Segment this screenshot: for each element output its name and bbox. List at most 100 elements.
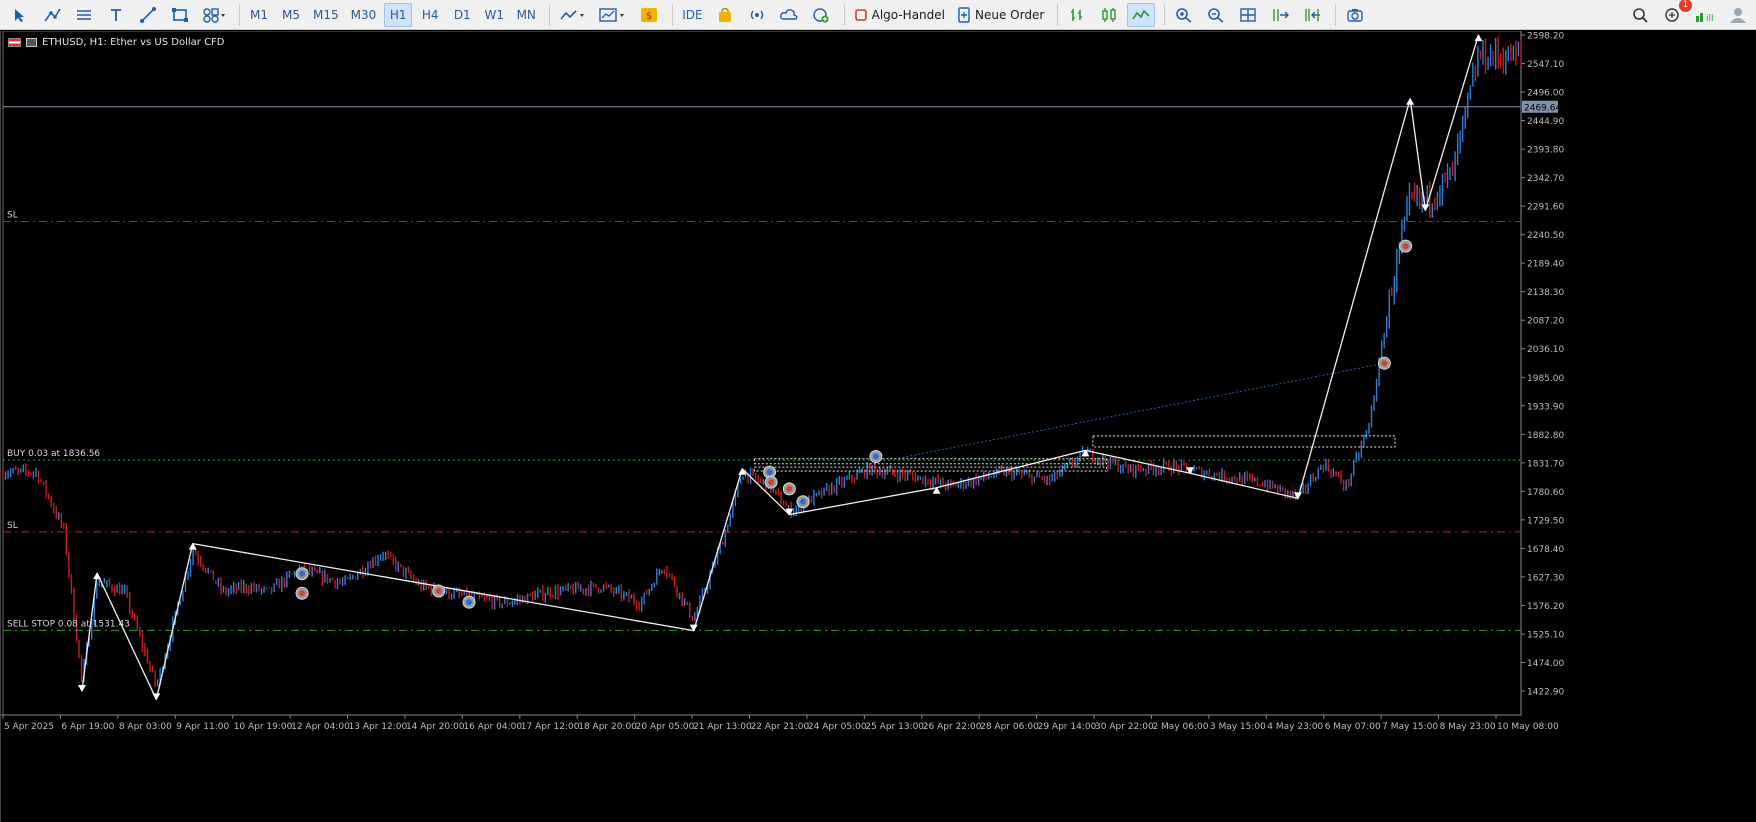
ide-button[interactable]: IDE: [678, 3, 706, 27]
timeframe-d1-button[interactable]: D1: [448, 3, 476, 27]
zigzag-arrow: [1406, 97, 1415, 105]
price-tick-label: 1525.10: [1527, 630, 1564, 640]
price-tick-label: 2496.00: [1527, 89, 1564, 99]
signals-broadcast-icon[interactable]: [743, 3, 771, 27]
buy-deal-marker-dot: [1402, 243, 1409, 250]
zigzag-segment: [1189, 472, 1299, 500]
buy-deal-marker-dot: [1381, 360, 1388, 367]
vps-cloud-icon[interactable]: [775, 3, 803, 27]
candles-group: [2, 36, 1522, 688]
time-tick-label: 8 May 23:00: [1440, 722, 1496, 732]
price-tick-label: 2240.50: [1527, 231, 1564, 241]
price-tick-label: 1882.80: [1527, 431, 1564, 441]
account-status-icon[interactable]: ill: [1690, 3, 1720, 27]
notifications-button[interactable]: 1: [1658, 0, 1692, 27]
time-tick-label: 6 Apr 19:00: [61, 722, 114, 732]
timeframe-m1-button[interactable]: M1: [245, 3, 273, 27]
shapes-menu-icon[interactable]: [198, 3, 230, 27]
toolbar-separator: [1057, 3, 1059, 26]
chart-shift-icon[interactable]: [1266, 3, 1294, 27]
time-tick-label: 20 Apr 05:00: [636, 722, 695, 732]
time-tick-label: 12 Apr 04:00: [291, 722, 350, 732]
tile-windows-icon[interactable]: [1234, 3, 1262, 27]
time-tick-label: 8 Apr 03:00: [119, 722, 172, 732]
zoom-in-icon[interactable]: [1170, 3, 1198, 27]
timeframe-m15-button[interactable]: M15: [309, 3, 343, 27]
bar-chart-icon[interactable]: [1063, 3, 1091, 27]
toolbar-right-group: 1 ill: [1626, 0, 1756, 27]
time-tick-label: 29 Apr 14:00: [1038, 722, 1097, 732]
new-order-button[interactable]: Neue Order: [953, 3, 1048, 27]
zigzag-segment: [81, 573, 98, 692]
sell-deal-marker-dot: [466, 599, 473, 606]
price-tick-label: 2189.40: [1527, 260, 1564, 270]
zigzag-arrow: [93, 572, 102, 580]
timeframe-m5-button[interactable]: M5: [277, 3, 305, 27]
timeframe-h4-button[interactable]: H4: [416, 3, 444, 27]
svg-text:$: $: [646, 11, 652, 22]
time-tick-label: 24 Apr 05:00: [808, 722, 867, 732]
market-bag-icon[interactable]: [711, 3, 739, 27]
ray-tool-icon[interactable]: [134, 3, 162, 27]
zigzag-segment: [693, 468, 743, 631]
time-tick-label: 16 Apr 04:00: [463, 722, 522, 732]
toolbar-separator: [672, 3, 674, 26]
timeframe-m30-button[interactable]: M30: [347, 3, 381, 27]
price-tick-label: 1627.30: [1527, 573, 1564, 583]
main-toolbar: M1 M5 M15 M30 H1 H4 D1 W1 MN $ IDE Algo-…: [0, 0, 1756, 30]
time-tick-label: 17 Apr 12:00: [521, 722, 580, 732]
horizontal-lines-icon[interactable]: [70, 3, 98, 27]
range-rectangle[interactable]: [753, 458, 1108, 465]
toolbar-separator: [1164, 3, 1166, 26]
buy-deal-marker-dot: [786, 485, 793, 492]
indicators-menu-icon[interactable]: [555, 3, 591, 27]
time-tick-label: 26 Apr 22:00: [923, 722, 982, 732]
zoom-out-icon[interactable]: [1202, 3, 1230, 27]
time-tick-label: 6 May 07:00: [1325, 722, 1381, 732]
rectangle-tool-icon[interactable]: [166, 3, 194, 27]
price-tick-label: 2036.10: [1527, 345, 1564, 355]
price-tick-label: 2291.60: [1527, 203, 1564, 213]
account-avatar-icon[interactable]: [1724, 3, 1752, 27]
time-tick-label: 2 May 06:00: [1152, 722, 1208, 732]
dotted-trendline[interactable]: [898, 362, 1385, 459]
range-rectangle[interactable]: [1092, 435, 1396, 448]
timeframe-h1-button[interactable]: H1: [384, 2, 413, 27]
trendline-tool-icon[interactable]: [38, 3, 66, 27]
line-chart-icon[interactable]: [1127, 2, 1156, 27]
cursor-icon[interactable]: [6, 3, 34, 27]
zigzag-segment: [936, 449, 1086, 489]
symbol-flag-icon: [8, 38, 21, 47]
economic-calendar-icon[interactable]: [807, 3, 835, 27]
screenshot-camera-icon[interactable]: [1341, 3, 1369, 27]
price-tick-label: 2087.20: [1527, 317, 1564, 327]
search-icon[interactable]: [1626, 3, 1654, 27]
time-tick-label: 3 May 15:00: [1210, 722, 1266, 732]
time-tick-label: 18 Apr 20:00: [578, 722, 637, 732]
market-signals-icon[interactable]: $: [635, 3, 663, 27]
templates-menu-icon[interactable]: [595, 3, 631, 27]
toolbar-separator: [1335, 3, 1337, 26]
one-click-trading-icon[interactable]: [26, 38, 37, 47]
timeframe-w1-button[interactable]: W1: [480, 3, 508, 27]
buy-deal-marker-dot: [768, 479, 775, 486]
algo-trading-button[interactable]: Algo-Handel: [850, 3, 949, 27]
new-order-label: Neue Order: [975, 7, 1045, 22]
chart-window[interactable]: 2598.20 2547.10 2496.00 2444.90 2393.80 2342.…: [0, 31, 1756, 822]
price-chart[interactable]: 2598.20 2547.10 2496.00 2444.90 2393.80 2342.…: [1, 31, 1756, 822]
sell-deal-marker-dot: [872, 453, 879, 460]
time-tick-label: 22 Apr 21:00: [751, 722, 810, 732]
zigzag-segment: [1424, 34, 1480, 211]
timeframe-mn-button[interactable]: MN: [512, 3, 540, 27]
time-tick-label: 5 Apr 2025: [4, 722, 54, 732]
autoscroll-icon[interactable]: [1298, 3, 1326, 27]
buy-deal-marker-dot: [299, 590, 306, 597]
text-tool-icon[interactable]: [102, 3, 130, 27]
price-tick-label: 2547.10: [1527, 60, 1564, 70]
sl-upper-label: SL: [7, 211, 18, 221]
candlestick-chart-icon[interactable]: [1095, 3, 1123, 27]
range-rectangle[interactable]: [753, 466, 1108, 472]
sell-deal-marker-dot: [799, 498, 806, 505]
chart-header: ETHUSD, H1: Ether vs US Dollar CFD: [8, 37, 225, 48]
time-tick-label: 28 Apr 06:00: [980, 722, 1039, 732]
